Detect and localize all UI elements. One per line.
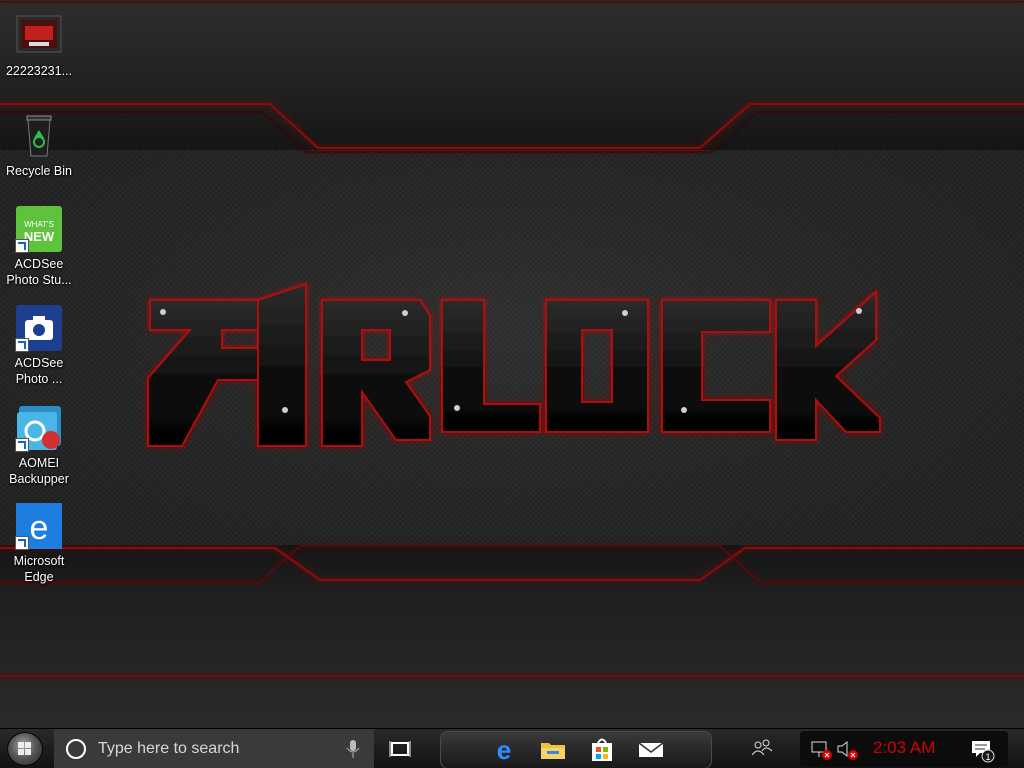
network-disconnected-icon[interactable] [808, 735, 836, 763]
edge-icon: e [15, 502, 63, 550]
mail-icon[interactable] [637, 735, 665, 763]
microphone-icon[interactable] [346, 739, 360, 759]
shortcut-arrow-icon [15, 438, 29, 452]
cortana-icon [66, 739, 86, 759]
acdsee-camera-icon [15, 304, 63, 352]
edge-icon[interactable]: e [490, 735, 518, 763]
start-button[interactable] [7, 732, 43, 766]
desktop-icon-aomei-backupper[interactable]: AOMEI Backupper [0, 404, 78, 487]
desktop-icon-microsoft-edge[interactable]: e Microsoft Edge [0, 502, 78, 585]
pinned-apps-dock [440, 731, 712, 768]
file-explorer-icon[interactable] [539, 735, 567, 763]
svg-text:e: e [30, 509, 49, 547]
desktop-icon-label: Recycle Bin [6, 164, 72, 178]
desktop-icon-folder-22223231[interactable]: 22223231... [0, 12, 78, 79]
volume-muted-icon[interactable] [834, 735, 862, 763]
shortcut-arrow-icon [15, 536, 29, 550]
image-thumbnail-icon [15, 12, 63, 60]
recycle-bin-icon [15, 112, 63, 160]
desktop-icon-label: ACDSee Photo ... [14, 356, 64, 386]
desktop-icon-label: ACDSee Photo Stu... [6, 257, 72, 287]
acdsee-whats-new-icon: WHAT'S NEW [15, 205, 63, 253]
desktop-icon-label: Microsoft Edge [13, 554, 65, 584]
desktop-icon-acdsee-photo-studio[interactable]: WHAT'S NEW ACDSee Photo Stu... [0, 205, 78, 288]
search-box[interactable]: Type here to search [54, 729, 374, 768]
clock[interactable]: 2:03 AM [873, 738, 935, 758]
task-view-icon[interactable] [386, 735, 414, 763]
people-icon[interactable] [748, 735, 776, 763]
store-icon[interactable] [588, 735, 616, 763]
taskbar: Type here to search e 2:03 AM 1 [0, 728, 1024, 768]
shortcut-arrow-icon [15, 239, 29, 253]
action-center-icon[interactable]: 1 [968, 735, 996, 763]
svg-text:WHAT'S: WHAT'S [24, 220, 54, 229]
wallpaper-art [0, 1, 1024, 677]
search-input[interactable]: Type here to search [98, 740, 239, 758]
aomei-backupper-icon [15, 404, 63, 452]
desktop-icon-label: AOMEI Backupper [9, 456, 69, 486]
notification-count: 1 [985, 752, 990, 762]
desktop-icon-acdsee-photo[interactable]: ACDSee Photo ... [0, 304, 78, 387]
shortcut-arrow-icon [15, 338, 29, 352]
svg-text:e: e [497, 735, 511, 763]
desktop-icon-label: 22223231... [5, 64, 73, 78]
desktop[interactable]: 22223231... Recycle Bin WHAT'S NEW ACDSee… [0, 0, 1024, 728]
windows-orb-icon [18, 742, 31, 755]
desktop-icon-recycle-bin[interactable]: Recycle Bin [0, 112, 78, 179]
